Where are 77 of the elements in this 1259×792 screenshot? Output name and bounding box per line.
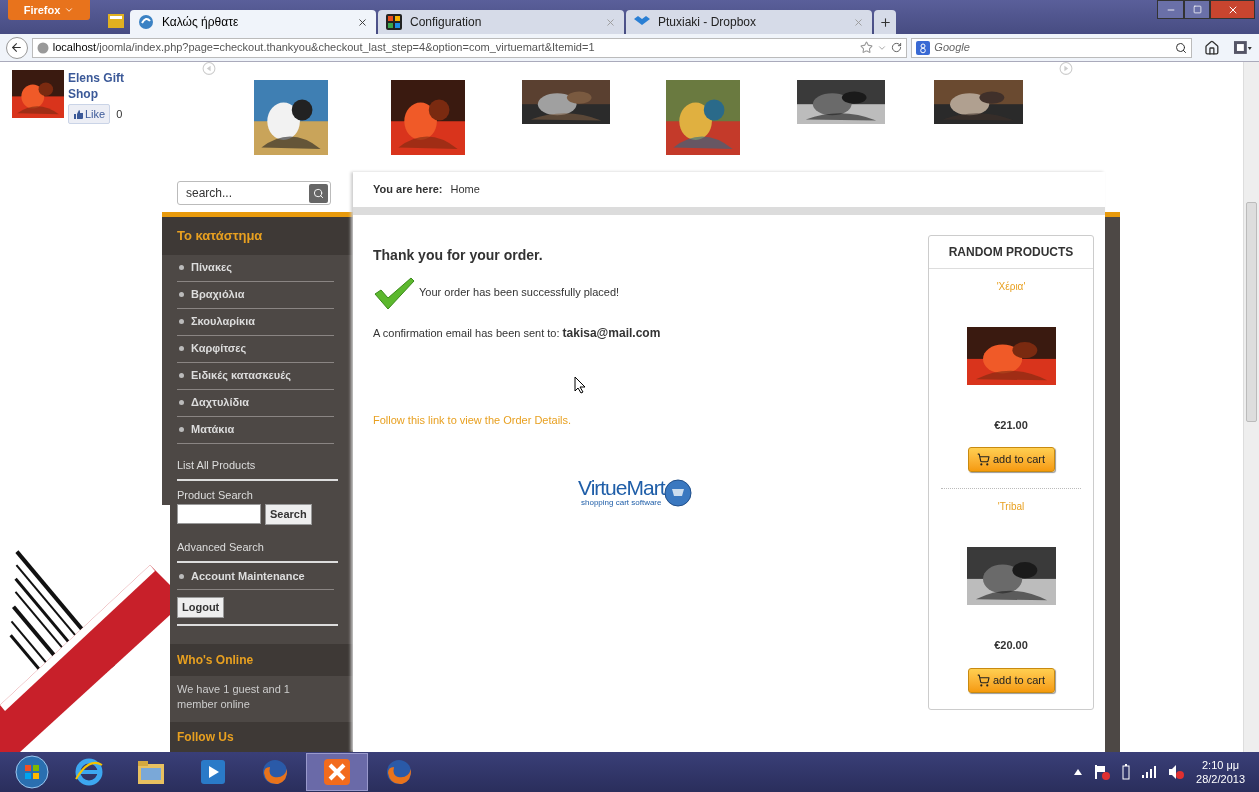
reload-icon[interactable] <box>891 42 903 53</box>
confirmation-text: A confirmation email has been sent to: takisa@mail.com <box>373 324 662 342</box>
breadcrumb-label: You are here: <box>373 182 443 198</box>
cart-icon <box>977 453 990 466</box>
browser-e-icon[interactable] <box>74 757 104 787</box>
bookmark-star-icon[interactable] <box>860 41 874 54</box>
logout-button[interactable]: Logout <box>177 596 225 618</box>
close-button[interactable] <box>1210 0 1255 19</box>
panel-heading: RANDOM PRODUCTS <box>948 243 1074 261</box>
product-search-field[interactable] <box>177 504 261 524</box>
home-icon[interactable] <box>1203 39 1220 56</box>
product-search-label: Product Search <box>177 488 254 503</box>
folder-icon[interactable] <box>136 758 166 786</box>
signal-icon[interactable] <box>1142 766 1157 778</box>
bookmarks-icon[interactable] <box>1233 39 1253 56</box>
firefox-icon[interactable] <box>384 757 414 787</box>
firefox-icon[interactable] <box>260 757 290 787</box>
search-engine-icon[interactable] <box>916 40 931 55</box>
media-player-icon[interactable] <box>199 758 227 786</box>
thumbs-up-icon <box>73 108 84 120</box>
virtuemart-logo: VirtueMart shopping cart software <box>578 478 693 507</box>
category-link[interactable]: Δαχτυλίδια <box>177 394 249 411</box>
advanced-search-link[interactable]: Advanced Search <box>177 538 338 563</box>
accent-bar <box>1105 211 1120 217</box>
search-icon[interactable] <box>1174 41 1187 54</box>
like-count: 0 <box>116 106 123 122</box>
battery-icon[interactable] <box>1122 764 1131 780</box>
product-price: €20.00 <box>994 638 1028 653</box>
grid-icon <box>386 14 402 30</box>
category-link[interactable]: Ματάκια <box>177 421 235 438</box>
speaker-icon[interactable] <box>1168 764 1185 780</box>
success-message: Your order has been successfully placed! <box>419 285 620 301</box>
site-search-field[interactable]: search... <box>177 181 331 205</box>
account-maintenance-link[interactable]: Account Maintenance <box>177 567 305 585</box>
search-button[interactable] <box>309 183 328 203</box>
category-link[interactable]: Βραχιόλια <box>177 286 245 303</box>
follow-us-heading: Follow Us <box>177 729 234 746</box>
caret-icon <box>64 5 75 15</box>
facebook-page-name[interactable]: Elens Gift Shop <box>68 70 132 102</box>
add-to-cart-button[interactable]: add to cart <box>967 667 1055 693</box>
scrollbar[interactable] <box>1243 62 1259 752</box>
show-hidden-icons[interactable] <box>1074 769 1083 775</box>
add-to-cart-button[interactable]: add to cart <box>967 447 1055 472</box>
web-search-field[interactable]: Google <box>911 37 1192 58</box>
flag-icon[interactable] <box>1094 764 1111 780</box>
list-all-products-link[interactable]: List All Products <box>177 456 338 481</box>
back-arrow-icon <box>10 41 24 54</box>
category-link[interactable]: Καρφίτσες <box>177 340 247 357</box>
browser-tab[interactable]: Ptuxiaki - Dropbox <box>626 10 872 34</box>
product-search-button[interactable]: Search <box>265 503 312 525</box>
swirl-icon <box>138 14 154 30</box>
checkmark-icon <box>373 275 415 310</box>
new-tab-button[interactable] <box>874 10 896 34</box>
plus-icon <box>878 15 892 29</box>
whos-online-text: We have 1 guest and 1 member online <box>176 682 291 712</box>
order-heading: Thank you for your order. <box>373 245 544 265</box>
like-button[interactable]: Like <box>68 104 111 124</box>
whos-online-heading: Who's Online <box>177 652 254 669</box>
browser-tab[interactable]: Configuration <box>378 10 624 34</box>
start-orb-icon[interactable] <box>15 755 49 789</box>
back-button[interactable] <box>6 36 28 59</box>
product-price: €21.00 <box>994 417 1028 433</box>
category-link[interactable]: Ειδικές κατασκευές <box>177 367 291 384</box>
clock[interactable]: 2:10 μμ 28/2/2013 <box>1196 758 1245 786</box>
close-icon[interactable] <box>357 16 368 28</box>
cart-icon <box>977 673 990 687</box>
address-field[interactable]: localhost/joomla/index.php?page=checkout.thankyou&checkout_last_step=4&option=com_virtuemart&Itemid=1 <box>31 37 908 58</box>
maximize-button[interactable] <box>1184 0 1210 19</box>
category-link[interactable]: Πίνακες <box>177 259 232 276</box>
breadcrumb-link[interactable]: Home <box>450 181 480 198</box>
cursor-icon <box>574 376 586 394</box>
sidebar-heading: Το κατάστημα <box>177 226 263 245</box>
browser-tab[interactable]: Καλώς ήρθατε <box>130 10 376 34</box>
search-icon <box>313 187 324 199</box>
maximize-icon <box>1192 5 1202 14</box>
minimize-button[interactable] <box>1157 0 1184 19</box>
category-link[interactable]: Σκουλαρίκια <box>177 313 256 330</box>
